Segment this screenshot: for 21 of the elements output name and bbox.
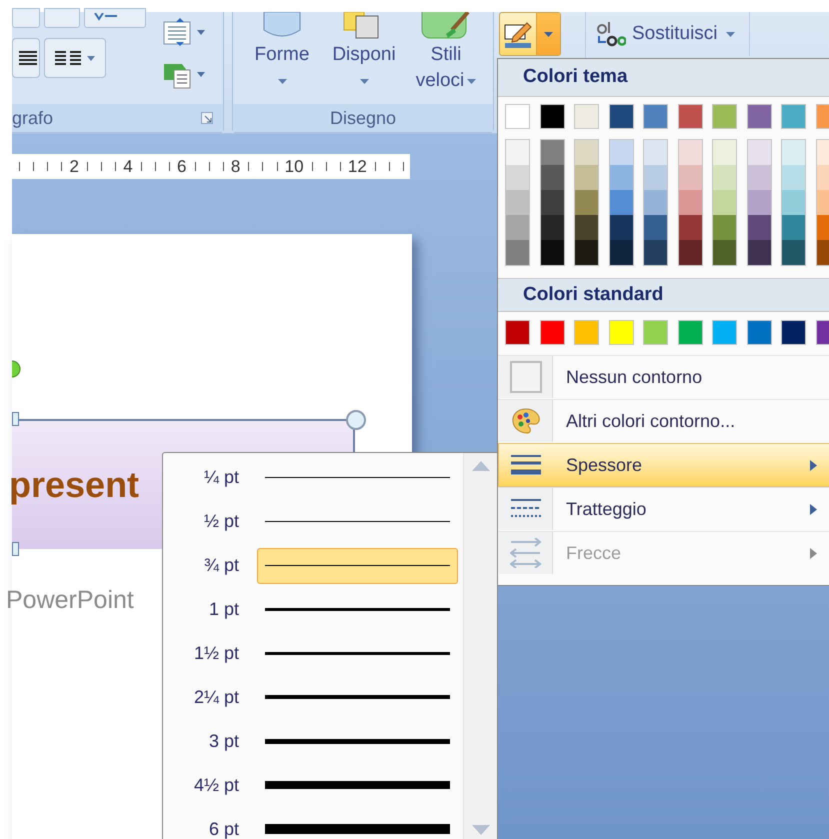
ruler-number: 6 <box>177 158 186 175</box>
weight-label: 1 pt <box>208 598 239 622</box>
weight-label: 3 pt <box>208 730 239 753</box>
ruler-number: 4 <box>123 158 133 175</box>
slide-title: present <box>9 463 140 507</box>
group-label: Disegno <box>330 106 396 130</box>
weight-label: ½ pt <box>202 510 239 534</box>
weight-label: 4½ pt <box>192 774 239 797</box>
group-label: grafo <box>12 106 54 130</box>
weight-label: ¼ pt <box>202 466 239 490</box>
weight-label: ¾ pt <box>202 554 239 578</box>
weight-label: 1½ pt <box>192 642 239 665</box>
slide-subtitle: PowerPoint <box>6 585 134 616</box>
ruler-number: 12 <box>348 158 367 175</box>
ruler-number: 2 <box>69 158 79 175</box>
weight-label: 6 pt <box>208 818 239 839</box>
ruler-number: 8 <box>230 158 240 175</box>
section-header: Colori tema <box>523 65 628 90</box>
section-header: Colori standard <box>523 282 664 307</box>
ruler-number: 10 <box>284 158 304 175</box>
weight-label: 2¼ pt <box>192 686 239 709</box>
